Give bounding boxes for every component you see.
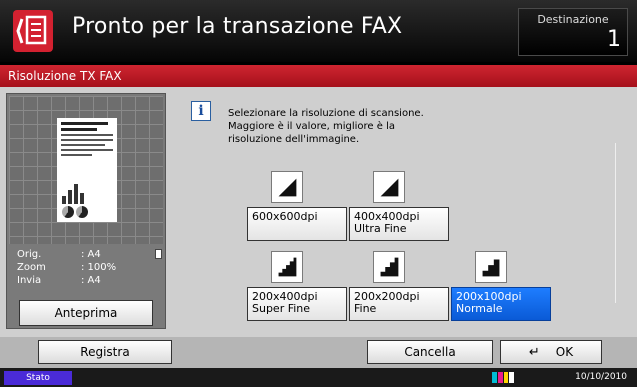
main-panel: Orig. : A4 Zoom : 100% Invia : A4 Antepr… (0, 87, 637, 337)
original-info: Orig. : A4 Zoom : 100% Invia : A4 (11, 249, 162, 288)
info-row-send: Invia : A4 (17, 275, 101, 286)
page-orientation-icon (155, 249, 162, 259)
status-button[interactable]: Stato (4, 371, 72, 385)
resolution-200x200-button[interactable]: 200x200dpi Fine (349, 287, 449, 321)
instruction-message: Selezionare la risoluzione di scansione.… (228, 108, 424, 145)
destination-label: Destinazione (537, 13, 609, 26)
enter-icon: ↵ (528, 344, 540, 360)
status-bar: Stato 10/10/2010 (0, 368, 637, 387)
fax-document-icon (13, 10, 53, 52)
document-thumbnail (57, 118, 117, 222)
toner-level-icon (492, 372, 514, 383)
info-icon: i (191, 101, 211, 121)
register-button[interactable]: Registra (38, 340, 172, 364)
resolution-200x100-button[interactable]: 200x100dpi Normale (451, 287, 551, 321)
destination-box[interactable]: Destinazione 1 (518, 8, 628, 56)
screen-title: Risoluzione TX FAX (8, 69, 122, 83)
resolution-600x600-button[interactable]: 600x600dpi (247, 207, 347, 241)
footer-bar: Registra Cancella ↵ OK (0, 337, 637, 368)
preview-pane: Orig. : A4 Zoom : 100% Invia : A4 Antepr… (6, 93, 166, 329)
date-display: 10/10/2010 (575, 372, 627, 382)
ok-label: OK (555, 345, 574, 359)
resolution-200x400-button[interactable]: 200x400dpi Super Fine (247, 287, 347, 321)
resolution-level-3-icon (271, 251, 303, 283)
ok-button[interactable]: ↵ OK (500, 340, 602, 364)
info-row-original: Orig. : A4 (11, 249, 162, 262)
preview-thumbnail-area (9, 96, 163, 244)
cancel-button[interactable]: Cancella (367, 340, 493, 364)
resolution-level-4-icon (373, 251, 405, 283)
resolution-level-5-icon (475, 251, 507, 283)
screen-title-bar: Risoluzione TX FAX (0, 65, 637, 87)
info-row-zoom: Zoom : 100% (17, 262, 117, 273)
resolution-level-1-icon (271, 171, 303, 203)
resolution-level-2-icon (373, 171, 405, 203)
destination-count: 1 (607, 27, 621, 52)
divider (615, 143, 616, 303)
header-bar: Pronto per la transazione FAX Destinazio… (0, 0, 637, 62)
page-title: Pronto per la transazione FAX (72, 14, 403, 39)
preview-button[interactable]: Anteprima (19, 300, 153, 326)
resolution-400x400-button[interactable]: 400x400dpi Ultra Fine (349, 207, 449, 241)
